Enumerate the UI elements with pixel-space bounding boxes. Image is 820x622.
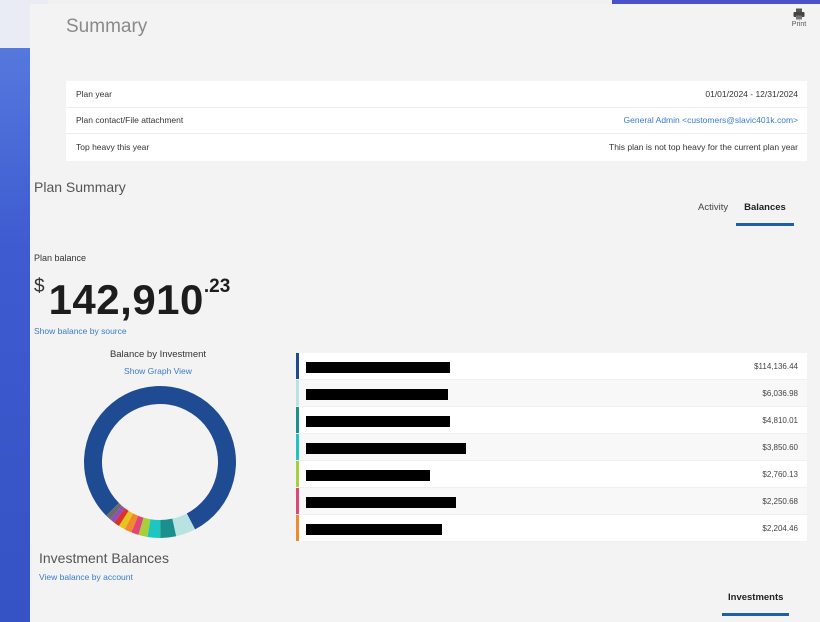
print-label: Print xyxy=(791,21,807,28)
list-item[interactable]: $114,136.44 xyxy=(296,353,807,380)
list-item[interactable]: $3,850.60 xyxy=(296,434,807,461)
balance-whole: 142,910 xyxy=(48,276,204,323)
list-item[interactable]: $6,036.98 xyxy=(296,380,807,407)
tab-balances[interactable]: Balances xyxy=(736,196,794,226)
list-item[interactable]: $2,250.68 xyxy=(296,488,807,515)
row-color-marker xyxy=(296,515,299,541)
redacted-fund-name xyxy=(306,443,466,454)
tab-investments[interactable]: Investments xyxy=(722,586,790,616)
fund-amount: $2,250.68 xyxy=(762,497,798,506)
redacted-fund-name xyxy=(306,389,448,400)
contact-email-link[interactable]: General Admin <customers@slavic401k.com> xyxy=(624,115,798,125)
tab-activity[interactable]: Activity xyxy=(690,196,736,226)
info-label: Plan contact/File attachment xyxy=(76,115,184,126)
page-title: Summary xyxy=(66,16,148,37)
plan-balance-amount: $142,910.23 xyxy=(34,276,230,324)
balance-currency: $ xyxy=(34,276,45,297)
investment-balances-heading: Investment Balances xyxy=(39,550,169,566)
summary-tabs: Activity Balances xyxy=(690,196,794,226)
fund-amount: $2,760.13 xyxy=(762,470,798,479)
redacted-fund-name xyxy=(306,362,450,373)
plan-balance-label: Plan balance xyxy=(34,253,87,263)
row-color-marker xyxy=(296,434,299,460)
info-row-plan-contact: Plan contact/File attachment General Adm… xyxy=(66,108,807,134)
redacted-fund-name xyxy=(306,416,450,427)
info-label: Top heavy this year xyxy=(76,142,150,153)
plan-info-table: Plan year 01/01/2024 - 12/31/2024 Plan c… xyxy=(66,81,807,161)
info-row-top-heavy: Top heavy this year This plan is not top… xyxy=(66,134,807,161)
row-color-marker xyxy=(296,353,299,379)
printer-icon xyxy=(793,8,805,20)
list-item[interactable]: $2,204.46 xyxy=(296,515,807,542)
plan-summary-heading: Plan Summary xyxy=(34,179,126,195)
redacted-fund-name xyxy=(306,497,456,508)
view-balance-by-account-link[interactable]: View balance by account xyxy=(39,572,133,582)
fund-amount: $6,036.98 xyxy=(762,389,798,398)
fund-amount: $2,204.46 xyxy=(762,524,798,533)
info-label: Plan year xyxy=(76,88,112,99)
row-color-marker xyxy=(296,461,299,487)
fund-amount: $4,810.01 xyxy=(762,416,798,425)
redacted-fund-name xyxy=(306,470,430,481)
list-item[interactable]: $2,760.13 xyxy=(296,461,807,488)
row-color-marker xyxy=(296,488,299,514)
print-button[interactable]: Print xyxy=(788,8,810,28)
show-graph-view-link[interactable]: Show Graph View xyxy=(88,366,228,376)
row-color-marker xyxy=(296,407,299,433)
investment-balance-list: $114,136.44 $6,036.98 $4,810.01 $3,850.6… xyxy=(296,353,807,542)
fund-amount: $3,850.60 xyxy=(762,443,798,452)
info-value: This plan is not top heavy for the curre… xyxy=(609,142,798,153)
list-item[interactable]: $4,810.01 xyxy=(296,407,807,434)
background-blue-band xyxy=(0,0,34,622)
balance-donut-chart xyxy=(84,386,237,538)
donut-slice xyxy=(84,386,237,530)
donut-chart-title: Balance by Investment xyxy=(109,349,207,360)
info-value: 01/01/2024 - 12/31/2024 xyxy=(705,88,798,99)
show-balance-by-source-link[interactable]: Show balance by source xyxy=(34,326,127,336)
row-color-marker xyxy=(296,380,299,406)
redacted-fund-name xyxy=(306,524,442,535)
balance-cents: .23 xyxy=(203,276,231,297)
info-row-plan-year: Plan year 01/01/2024 - 12/31/2024 xyxy=(66,81,807,108)
fund-amount: $114,136.44 xyxy=(754,362,798,371)
